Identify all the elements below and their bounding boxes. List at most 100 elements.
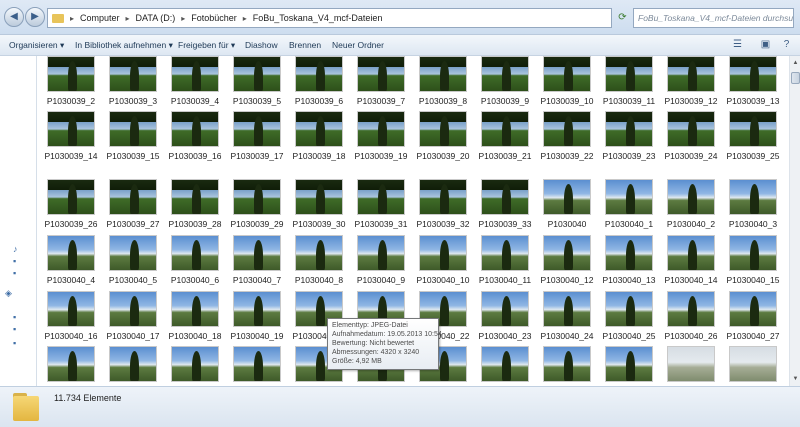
file-thumbnail[interactable]: P1030040_4 xyxy=(40,235,102,287)
refresh-icon[interactable]: ⟳ xyxy=(615,10,630,25)
file-thumbnail[interactable]: P1030039_31 xyxy=(350,179,412,231)
file-thumbnail[interactable]: P1030040_19 xyxy=(226,291,288,343)
breadcrumb-computer[interactable]: Computer xyxy=(80,13,120,23)
file-thumbnail[interactable]: P1030039_7 xyxy=(350,56,412,108)
cypress-tree-shape xyxy=(440,240,449,270)
file-thumbnail[interactable]: P1030040_24 xyxy=(536,291,598,343)
organize-button[interactable]: Organisieren ▾ xyxy=(9,35,64,55)
file-thumbnail[interactable]: P1030040_16 xyxy=(40,291,102,343)
breadcrumb-current-folder[interactable]: FoBu_Toskana_V4_mcf-Dateien xyxy=(253,13,383,23)
drive-icon[interactable]: ▪ xyxy=(13,324,16,334)
file-thumbnail[interactable]: P1030040_1 xyxy=(598,179,660,231)
file-thumbnail[interactable] xyxy=(164,346,226,386)
file-thumbnail[interactable]: P1030039_6 xyxy=(288,56,350,108)
file-thumbnail[interactable]: P1030039_27 xyxy=(102,179,164,231)
file-thumbnail[interactable]: P1030039_30 xyxy=(288,179,350,231)
file-thumbnail[interactable]: P1030040_27 xyxy=(722,291,784,343)
file-thumbnail[interactable]: P1030040_2 xyxy=(660,179,722,231)
file-thumbnail[interactable]: P1030039_24 xyxy=(660,111,722,163)
preview-pane-icon[interactable]: ▣ xyxy=(759,39,772,51)
scroll-thumb[interactable] xyxy=(791,72,800,84)
file-thumbnail[interactable]: P1030040_15 xyxy=(722,235,784,287)
file-thumbnail[interactable]: P1030039_14 xyxy=(40,111,102,163)
file-thumbnail[interactable]: P1030040_6 xyxy=(164,235,226,287)
file-thumbnail[interactable]: P1030040_13 xyxy=(598,235,660,287)
file-thumbnail[interactable] xyxy=(536,346,598,386)
file-thumbnail[interactable]: P1030039_15 xyxy=(102,111,164,163)
new-folder-button[interactable]: Neuer Ordner xyxy=(332,35,384,55)
file-thumbnail[interactable] xyxy=(102,346,164,386)
file-thumbnail[interactable]: P1030039_3 xyxy=(102,56,164,108)
file-thumbnail[interactable]: P1030039_4 xyxy=(164,56,226,108)
help-icon[interactable]: ? xyxy=(780,39,793,51)
photo-preview xyxy=(543,56,591,92)
file-thumbnail[interactable]: P1030039_21 xyxy=(474,111,536,163)
videos-library-icon[interactable]: ▪ xyxy=(13,268,16,278)
vertical-scrollbar[interactable]: ▲ ▼ xyxy=(789,56,800,386)
file-thumbnail[interactable]: P1030040_9 xyxy=(350,235,412,287)
file-thumbnail[interactable]: P1030040_26 xyxy=(660,291,722,343)
file-thumbnail[interactable]: P1030039_28 xyxy=(164,179,226,231)
file-thumbnail[interactable]: P1030039_8 xyxy=(412,56,474,108)
drive-icon[interactable]: ▪ xyxy=(13,338,16,348)
computer-icon[interactable]: ▪ xyxy=(13,312,16,322)
share-with-button[interactable]: Freigeben für ▾ xyxy=(178,35,235,55)
file-thumbnail[interactable]: P1030040_14 xyxy=(660,235,722,287)
file-thumbnail[interactable]: P1030039_20 xyxy=(412,111,474,163)
file-thumbnail[interactable] xyxy=(40,346,102,386)
file-thumbnail[interactable]: P1030040_3 xyxy=(722,179,784,231)
forward-button[interactable]: ▶ xyxy=(25,7,45,27)
file-thumbnail[interactable]: P1030040_7 xyxy=(226,235,288,287)
file-thumbnail[interactable]: P1030039_32 xyxy=(412,179,474,231)
file-thumbnail[interactable]: P1030039_9 xyxy=(474,56,536,108)
file-thumbnail[interactable]: P1030040_17 xyxy=(102,291,164,343)
file-thumbnail[interactable]: P1030039_2 xyxy=(40,56,102,108)
file-thumbnail[interactable] xyxy=(226,346,288,386)
file-thumbnail[interactable]: P1030040_5 xyxy=(102,235,164,287)
file-thumbnail[interactable]: P1030039_23 xyxy=(598,111,660,163)
network-icon[interactable]: ◈ xyxy=(5,288,12,299)
file-thumbnail[interactable]: P1030040_11 xyxy=(474,235,536,287)
scroll-up-icon[interactable]: ▲ xyxy=(791,58,800,68)
file-thumbnail[interactable]: P1030039_25 xyxy=(722,111,784,163)
cypress-tree-shape xyxy=(502,240,511,270)
breadcrumb-drive[interactable]: DATA (D:) xyxy=(136,13,176,23)
address-bar[interactable]: ▸ Computer ▸ DATA (D:) ▸ Fotobücher ▸ Fo… xyxy=(47,8,612,28)
file-thumbnail[interactable] xyxy=(598,346,660,386)
file-thumbnail[interactable]: P1030039_17 xyxy=(226,111,288,163)
scroll-down-icon[interactable]: ▼ xyxy=(791,374,800,384)
back-button[interactable]: ◀ xyxy=(4,7,24,27)
file-thumbnail[interactable]: P1030039_19 xyxy=(350,111,412,163)
file-thumbnail[interactable]: P1030040_10 xyxy=(412,235,474,287)
file-thumbnail[interactable]: P1030039_26 xyxy=(40,179,102,231)
file-thumbnail[interactable]: P1030039_29 xyxy=(226,179,288,231)
file-thumbnail[interactable]: P1030039_22 xyxy=(536,111,598,163)
file-thumbnail[interactable]: P1030039_18 xyxy=(288,111,350,163)
breadcrumb-fotobuecher[interactable]: Fotobücher xyxy=(191,13,237,23)
file-thumbnail[interactable]: P1030039_5 xyxy=(226,56,288,108)
music-library-icon[interactable]: ♪ xyxy=(13,244,18,254)
file-thumbnail[interactable]: P1030040_23 xyxy=(474,291,536,343)
slideshow-button[interactable]: Diashow xyxy=(245,35,278,55)
file-thumbnail[interactable]: P1030039_33 xyxy=(474,179,536,231)
file-thumbnail[interactable]: P1030040_18 xyxy=(164,291,226,343)
view-options-icon[interactable]: ☰ xyxy=(731,39,744,51)
file-thumbnail[interactable] xyxy=(660,346,722,386)
file-thumbnail[interactable]: P1030040_8 xyxy=(288,235,350,287)
include-in-library-button[interactable]: In Bibliothek aufnehmen ▾ xyxy=(75,35,173,55)
file-thumbnail[interactable]: P1030039_11 xyxy=(598,56,660,108)
file-thumbnail[interactable]: P1030039_12 xyxy=(660,56,722,108)
file-thumbnail[interactable] xyxy=(474,346,536,386)
burn-button[interactable]: Brennen xyxy=(289,35,321,55)
file-thumbnail[interactable]: P1030039_16 xyxy=(164,111,226,163)
search-input[interactable]: FoBu_Toskana_V4_mcf-Dateien durchsuchen xyxy=(633,8,794,28)
file-thumbnail[interactable]: P1030040_25 xyxy=(598,291,660,343)
file-thumbnail[interactable]: P1030039_13 xyxy=(722,56,784,108)
file-thumbnail[interactable]: P1030039_10 xyxy=(536,56,598,108)
file-thumbnail[interactable]: P1030040 xyxy=(536,179,598,231)
file-thumbnail[interactable] xyxy=(722,346,784,386)
photo-preview xyxy=(729,346,777,382)
pictures-library-icon[interactable]: ▪ xyxy=(13,256,16,266)
file-thumbnail[interactable]: P1030040_12 xyxy=(536,235,598,287)
cypress-tree-shape xyxy=(750,184,759,214)
